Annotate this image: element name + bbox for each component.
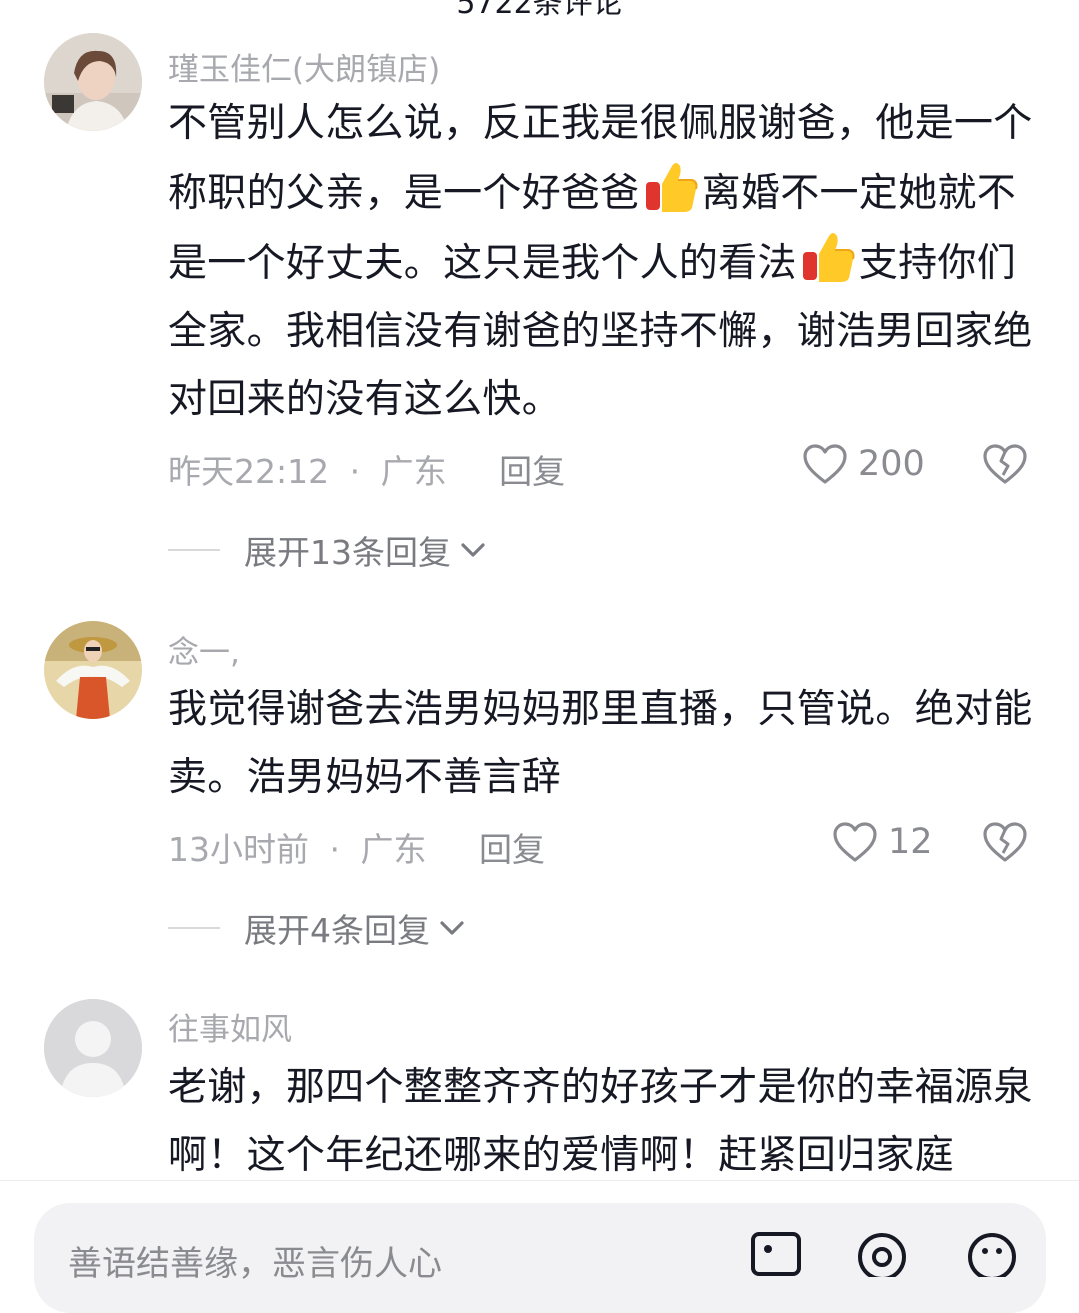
- comment-text: 老谢，那四个整整齐齐的好孩子才是你的幸福源泉啊！这个年纪还哪来的爱情啊！赶紧回归…: [168, 1065, 1033, 1178]
- comment-time: 13小时前: [168, 830, 309, 869]
- avatar[interactable]: [44, 621, 142, 719]
- thumbs-up-emoji-icon: [802, 233, 855, 282]
- default-avatar-icon: [44, 999, 142, 1097]
- comments-count-title: 5722条评论: [456, 0, 623, 21]
- expand-divider: [168, 549, 220, 551]
- dislike-button[interactable]: [982, 821, 1028, 867]
- comment-meta: 13小时前 · 广东 回复: [168, 823, 545, 871]
- thumbs-up-emoji-icon: [645, 163, 698, 212]
- comment-location: 广东: [380, 452, 447, 491]
- like-count: 200: [858, 444, 925, 484]
- like-button[interactable]: 200: [802, 443, 925, 485]
- meta-separator: ·: [349, 452, 361, 491]
- comment-username[interactable]: 往事如风: [168, 1004, 292, 1049]
- chevron-down-icon: [461, 543, 485, 557]
- comment-text: 我觉得谢爸去浩男妈妈那里直播，只管说。绝对能卖。浩男妈妈不善言辞: [168, 687, 1033, 800]
- heart-outline-icon: [803, 444, 847, 484]
- expand-replies-label: 展开4条回复: [244, 911, 430, 950]
- avatar[interactable]: [44, 33, 142, 131]
- comment-input-bar: 善语结善缘，恶言伤人心: [0, 1180, 1079, 1313]
- comment-username[interactable]: 瑾玉佳仁(大朗镇店): [168, 44, 440, 89]
- dislike-button[interactable]: [982, 443, 1028, 489]
- broken-heart-icon: [983, 822, 1027, 862]
- comment-input-placeholder: 善语结善缘，恶言伤人心: [68, 1244, 442, 1284]
- image-icon[interactable]: [750, 1231, 802, 1277]
- like-count: 12: [888, 822, 933, 862]
- expand-replies-label: 展开13条回复: [244, 533, 451, 572]
- avatar-placeholder[interactable]: [44, 999, 142, 1097]
- chevron-down-icon: [440, 921, 464, 935]
- at-icon[interactable]: [856, 1231, 908, 1277]
- heart-outline-icon: [833, 822, 877, 862]
- reply-button[interactable]: 回复: [479, 830, 545, 869]
- comment-location: 广东: [360, 830, 427, 869]
- comment-text: 不管别人怎么说，反正我是很佩服谢爸，他是一个称职的父亲，是一个好爸爸 离婚不一定…: [168, 90, 1038, 434]
- comment-meta: 昨天22:12 · 广东 回复: [168, 445, 565, 493]
- expand-replies-button[interactable]: 展开13条回复: [168, 526, 487, 574]
- comment-username[interactable]: 念一,: [168, 627, 240, 672]
- expand-divider: [168, 927, 220, 929]
- meta-separator: ·: [329, 830, 341, 869]
- comment-time: 昨天22:12: [168, 452, 330, 491]
- like-button[interactable]: 12: [832, 821, 933, 863]
- expand-replies-button[interactable]: 展开4条回复: [168, 904, 466, 952]
- reply-button[interactable]: 回复: [499, 452, 565, 491]
- broken-heart-icon: [983, 444, 1027, 484]
- emoji-icon[interactable]: [966, 1231, 1018, 1277]
